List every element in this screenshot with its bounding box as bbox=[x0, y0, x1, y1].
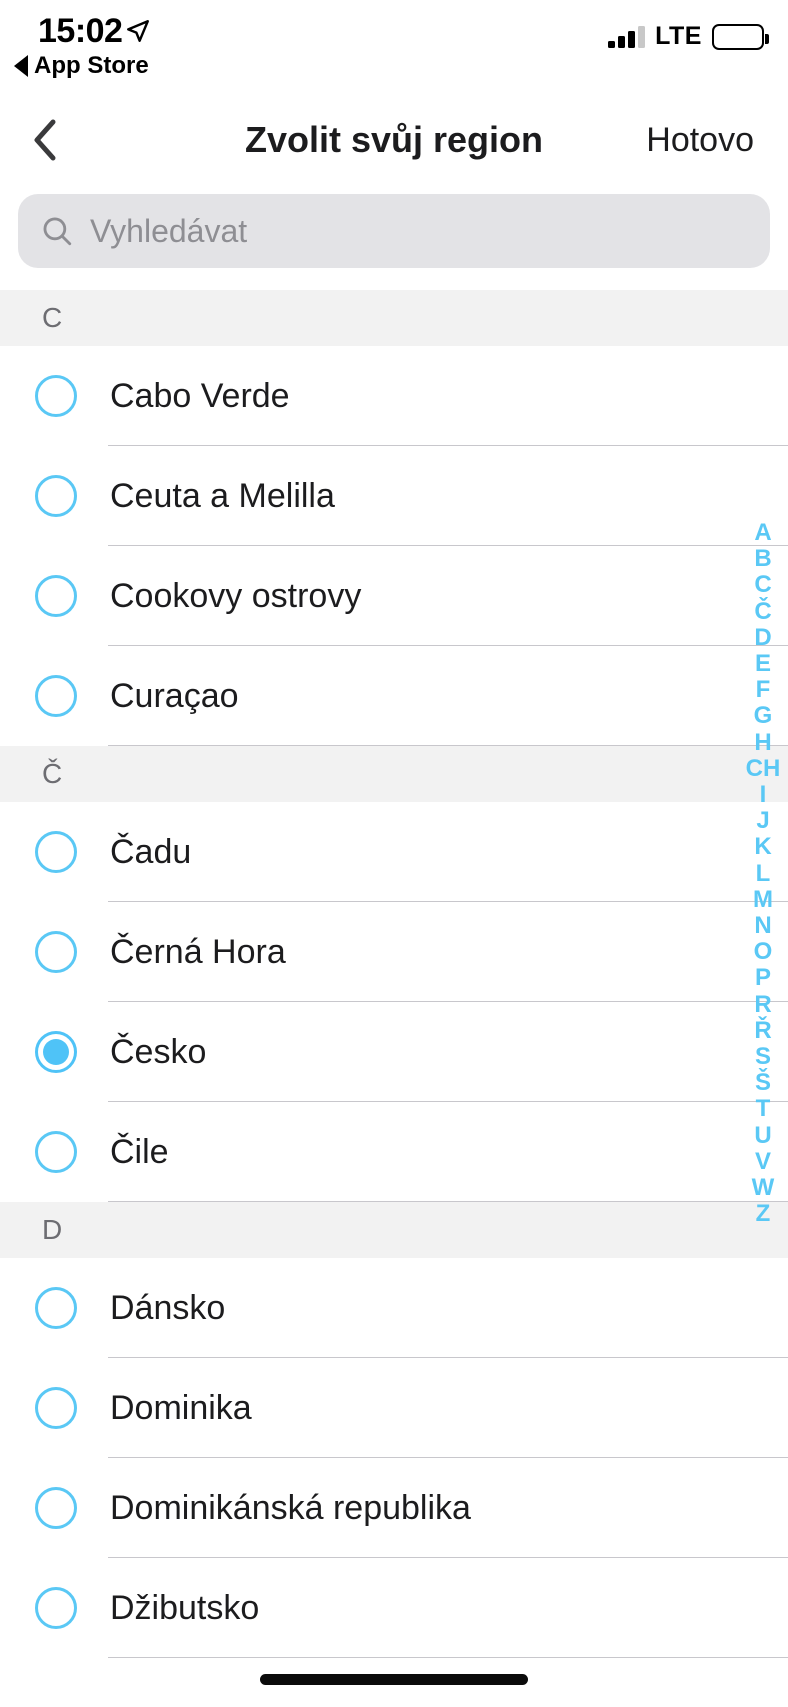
battery-icon bbox=[712, 23, 769, 50]
radio-button[interactable] bbox=[35, 675, 77, 717]
region-row[interactable]: Dánsko bbox=[0, 1258, 788, 1358]
back-button[interactable] bbox=[30, 96, 100, 184]
index-letter[interactable]: V bbox=[755, 1148, 771, 1175]
navigation-bar: Zvolit svůj region Hotovo bbox=[0, 96, 788, 184]
done-button[interactable]: Hotovo bbox=[646, 96, 754, 184]
region-label: Čadu bbox=[110, 832, 192, 871]
phone-screen: 15:02 App Store LTE Zvolit svůj region H… bbox=[0, 0, 788, 1707]
index-letter[interactable]: S bbox=[755, 1043, 771, 1070]
region-label: Cabo Verde bbox=[110, 376, 290, 415]
region-row[interactable]: Cookovy ostrovy bbox=[0, 546, 788, 646]
index-letter[interactable]: I bbox=[760, 781, 767, 808]
region-row[interactable]: Dominikánská republika bbox=[0, 1458, 788, 1558]
chevron-left-icon bbox=[34, 119, 56, 161]
region-label: Česko bbox=[110, 1032, 207, 1071]
index-letter[interactable]: Ř bbox=[754, 1017, 771, 1044]
location-arrow-icon bbox=[127, 20, 149, 42]
region-row[interactable]: Dominika bbox=[0, 1358, 788, 1458]
region-row[interactable]: Ceuta a Melilla bbox=[0, 446, 788, 546]
radio-button[interactable] bbox=[35, 831, 77, 873]
region-row[interactable]: Čadu bbox=[0, 802, 788, 902]
section-header: C bbox=[0, 290, 788, 346]
radio-button[interactable] bbox=[35, 475, 77, 517]
index-letter[interactable]: J bbox=[756, 808, 769, 834]
index-letter[interactable]: O bbox=[754, 939, 773, 965]
section-header: Č bbox=[0, 746, 788, 802]
index-letter[interactable]: T bbox=[756, 1096, 771, 1122]
status-bar-back-to-app[interactable]: App Store bbox=[14, 52, 149, 80]
index-letter[interactable]: Š bbox=[755, 1070, 771, 1096]
index-letter[interactable]: A bbox=[754, 519, 771, 546]
region-list[interactable]: C Cabo Verde Ceuta a Melilla Cookovy ostrov… bbox=[0, 290, 788, 1658]
status-bar-back-label: App Store bbox=[34, 52, 149, 79]
radio-button-selected[interactable] bbox=[35, 1031, 77, 1073]
network-type-label: LTE bbox=[655, 22, 702, 50]
radio-button[interactable] bbox=[35, 1131, 77, 1173]
index-letter[interactable]: L bbox=[756, 860, 771, 887]
radio-button[interactable] bbox=[35, 1587, 77, 1629]
radio-button[interactable] bbox=[35, 575, 77, 617]
index-letter[interactable]: E bbox=[755, 650, 771, 677]
home-indicator bbox=[260, 1674, 528, 1685]
index-letter[interactable]: G bbox=[754, 703, 773, 729]
row-separator bbox=[108, 745, 788, 746]
radio-button[interactable] bbox=[35, 1387, 77, 1429]
status-bar-indicators: LTE bbox=[608, 22, 769, 51]
index-letter[interactable]: U bbox=[754, 1122, 771, 1149]
alphabet-index-bar[interactable]: A B C Č D E F G H CH I J K L M N O P R Ř S Š T U V W Z bbox=[741, 519, 785, 1227]
signal-strength-icon bbox=[608, 25, 646, 48]
status-bar-time: 15:02 bbox=[38, 12, 123, 50]
region-row[interactable]: Džibutsko bbox=[0, 1558, 788, 1658]
index-letter[interactable]: H bbox=[754, 729, 771, 756]
index-letter[interactable]: M bbox=[753, 886, 773, 913]
status-bar: 15:02 App Store LTE bbox=[0, 0, 788, 96]
index-letter[interactable]: D bbox=[754, 624, 771, 651]
index-letter[interactable]: N bbox=[754, 912, 771, 939]
region-label: Ceuta a Melilla bbox=[110, 476, 335, 515]
region-label: Černá Hora bbox=[110, 932, 286, 971]
region-label: Curaçao bbox=[110, 676, 239, 715]
search-bar: Vyhledávat bbox=[0, 184, 788, 290]
region-label: Čile bbox=[110, 1132, 169, 1171]
region-row[interactable]: Curaçao bbox=[0, 646, 788, 746]
row-separator bbox=[108, 1657, 788, 1658]
region-row[interactable]: Čile bbox=[0, 1102, 788, 1202]
index-letter[interactable]: Č bbox=[754, 598, 771, 625]
search-field[interactable]: Vyhledávat bbox=[18, 194, 770, 268]
index-letter[interactable]: C bbox=[754, 572, 771, 598]
region-label: Dominika bbox=[110, 1388, 252, 1427]
index-letter[interactable]: R bbox=[754, 991, 771, 1018]
region-label: Džibutsko bbox=[110, 1588, 260, 1627]
triangle-left-icon bbox=[14, 55, 28, 77]
row-separator bbox=[108, 1201, 788, 1202]
index-letter[interactable]: CH bbox=[746, 755, 781, 782]
radio-button[interactable] bbox=[35, 1487, 77, 1529]
region-label: Cookovy ostrovy bbox=[110, 576, 362, 615]
index-letter[interactable]: P bbox=[755, 965, 771, 991]
search-icon bbox=[43, 217, 72, 246]
radio-button[interactable] bbox=[35, 1287, 77, 1329]
index-letter[interactable]: Z bbox=[756, 1201, 771, 1227]
region-row[interactable]: Česko bbox=[0, 1002, 788, 1102]
index-letter[interactable]: B bbox=[754, 546, 771, 572]
region-row[interactable]: Černá Hora bbox=[0, 902, 788, 1002]
radio-button[interactable] bbox=[35, 931, 77, 973]
index-letter[interactable]: W bbox=[752, 1174, 775, 1201]
section-header: D bbox=[0, 1202, 788, 1258]
region-row[interactable]: Cabo Verde bbox=[0, 346, 788, 446]
region-label: Dánsko bbox=[110, 1288, 226, 1327]
index-letter[interactable]: K bbox=[754, 834, 771, 860]
radio-button[interactable] bbox=[35, 375, 77, 417]
index-letter[interactable]: F bbox=[756, 677, 771, 703]
region-label: Dominikánská republika bbox=[110, 1488, 471, 1527]
search-input[interactable]: Vyhledávat bbox=[90, 213, 247, 250]
